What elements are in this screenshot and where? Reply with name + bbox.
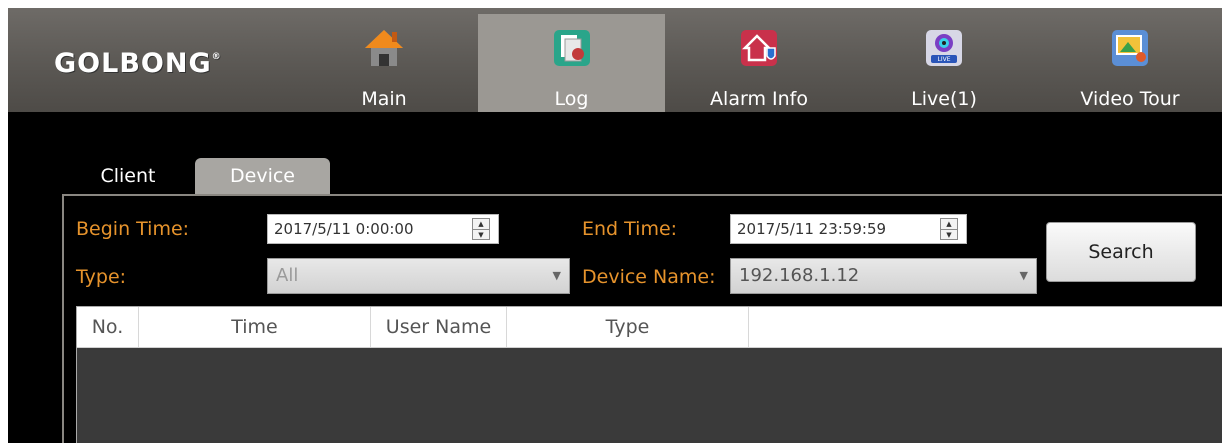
spin-up-icon[interactable]: ▲ (473, 219, 489, 229)
column-header-time[interactable]: Time (139, 307, 371, 347)
end-time-label: End Time: (582, 218, 678, 240)
spin-up-icon[interactable]: ▲ (941, 219, 957, 229)
top-navigation-bar: GOLBONG® Main Log Alarm Info LIVE Live(1… (8, 8, 1222, 112)
app-window: GOLBONG® Main Log Alarm Info LIVE Live(1… (8, 8, 1222, 443)
type-select[interactable]: All ▼ (267, 258, 570, 294)
begin-time-value: 2017/5/11 0:00:00 (274, 220, 414, 238)
column-header-type[interactable]: Type (507, 307, 749, 347)
spin-down-icon[interactable]: ▼ (941, 229, 957, 240)
chevron-down-icon: ▼ (552, 269, 561, 282)
tab-client[interactable]: Client (80, 158, 176, 194)
type-label: Type: (76, 266, 127, 288)
device-name-select[interactable]: 192.168.1.12 ▼ (730, 258, 1037, 294)
spin-down-icon[interactable]: ▼ (473, 229, 489, 240)
log-table: No. Time User Name Type (76, 306, 1222, 443)
live-icon: LIVE (926, 30, 962, 66)
column-header-user-name[interactable]: User Name (371, 307, 507, 347)
nav-video-tour-label: Video Tour (1080, 88, 1180, 110)
alarm-icon (741, 30, 777, 66)
tab-client-label: Client (100, 165, 156, 187)
begin-time-field[interactable]: 2017/5/11 0:00:00 ▲ ▼ (267, 214, 499, 244)
tab-device[interactable]: Device (195, 158, 330, 194)
end-time-field[interactable]: 2017/5/11 23:59:59 ▲ ▼ (730, 214, 967, 244)
search-button[interactable]: Search (1046, 222, 1196, 282)
end-time-spinner[interactable]: ▲ ▼ (940, 218, 958, 240)
type-select-value: All (276, 265, 299, 286)
column-header-no[interactable]: No. (77, 307, 139, 347)
video-tour-icon (1112, 30, 1148, 66)
end-time-value: 2017/5/11 23:59:59 (737, 220, 887, 238)
device-name-select-value: 192.168.1.12 (739, 265, 860, 286)
begin-time-spinner[interactable]: ▲ ▼ (472, 218, 490, 240)
tab-device-label: Device (230, 165, 295, 187)
device-name-label: Device Name: (582, 266, 716, 288)
chevron-down-icon: ▼ (1019, 269, 1028, 282)
nav-log[interactable]: Log (478, 14, 665, 112)
begin-time-label: Begin Time: (76, 218, 190, 240)
nav-live[interactable]: LIVE Live(1) (888, 14, 1000, 112)
search-button-label: Search (1088, 241, 1154, 263)
nav-alarm-info[interactable]: Alarm Info (696, 14, 822, 112)
nav-main[interactable]: Main (334, 14, 434, 112)
logo-text: GOLBONG (54, 48, 212, 79)
registered-mark: ® (211, 52, 222, 62)
nav-alarm-info-label: Alarm Info (710, 88, 808, 110)
log-icon (553, 30, 590, 66)
nav-main-label: Main (361, 88, 407, 110)
nav-live-label: Live(1) (911, 88, 977, 110)
table-header: No. Time User Name Type (77, 307, 1222, 348)
svg-text:LIVE: LIVE (937, 56, 950, 63)
brand-logo: GOLBONG® (54, 48, 222, 79)
nav-log-label: Log (554, 88, 589, 110)
home-icon (365, 30, 403, 66)
nav-video-tour[interactable]: Video Tour (1060, 14, 1200, 112)
